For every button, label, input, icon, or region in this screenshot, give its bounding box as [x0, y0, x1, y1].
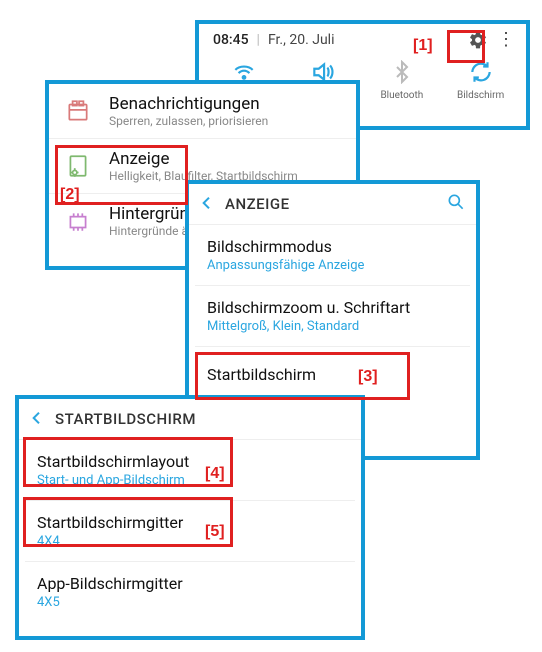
- notifications-icon: [63, 96, 93, 126]
- panel-header: ANZEIGE: [189, 184, 476, 225]
- list-item-sub: Anpassungsfähige Anzeige: [207, 258, 458, 273]
- annotation-label-1: [1]: [413, 37, 433, 55]
- homescreen-panel: STARTBILDSCHIRM Startbildschirmlayout St…: [15, 395, 365, 640]
- list-item-title: Startbildschirm: [207, 365, 458, 384]
- home-item-app-grid[interactable]: App-Bildschirmgitter 4X5: [19, 562, 361, 622]
- rotate-icon: [468, 58, 494, 86]
- separator: |: [257, 32, 260, 48]
- wallpaper-icon: [63, 206, 93, 236]
- toggle-rotate[interactable]: Bildschirm: [451, 58, 511, 101]
- back-icon[interactable]: [29, 407, 45, 431]
- panel-title: ANZEIGE: [225, 195, 446, 213]
- list-item-sub: 4X5: [37, 595, 343, 610]
- back-icon[interactable]: [199, 192, 215, 216]
- date: Fr., 20. Juli: [268, 32, 335, 48]
- status-bar: 08:45 | Fr., 20. Juli ⋮: [199, 24, 526, 52]
- display-item-zoom-font[interactable]: Bildschirmzoom u. Schriftart Mittelgroß,…: [189, 286, 476, 346]
- panel-header: STARTBILDSCHIRM: [19, 399, 361, 440]
- home-item-layout[interactable]: Startbildschirmlayout Start- und App-Bil…: [19, 440, 361, 500]
- display-icon: [63, 151, 93, 181]
- settings-item-sub: Sperren, zulassen, priorisieren: [109, 114, 268, 128]
- list-item-title: Bildschirmzoom u. Schriftart: [207, 298, 458, 317]
- list-item-title: App-Bildschirmgitter: [37, 574, 343, 593]
- display-item-mode[interactable]: Bildschirmmodus Anpassungsfähige Anzeige: [189, 225, 476, 285]
- settings-item-title: Benachrichtigungen: [109, 94, 268, 114]
- clock: 08:45: [213, 32, 249, 48]
- list-item-title: Startbildschirmlayout: [37, 452, 343, 471]
- bluetooth-icon: [390, 58, 414, 86]
- settings-item-title: Anzeige: [109, 149, 298, 169]
- list-item-sub: Start- und App-Bildschirm: [37, 473, 343, 488]
- toggle-label: Bluetooth: [380, 90, 423, 101]
- list-item-sub: Mittelgroß, Klein, Standard: [207, 319, 458, 334]
- home-item-grid[interactable]: Startbildschirmgitter 4X4: [19, 501, 361, 561]
- annotation-label-5: [5]: [205, 523, 225, 541]
- settings-item-notifications[interactable]: Benachrichtigungen Sperren, zulassen, pr…: [49, 84, 356, 139]
- search-icon[interactable]: [446, 192, 466, 216]
- display-item-homescreen[interactable]: Startbildschirm: [189, 347, 476, 402]
- toggle-label: Bildschirm: [457, 90, 504, 101]
- gear-icon[interactable]: [468, 30, 488, 50]
- annotation-label-3: [3]: [358, 368, 378, 386]
- more-icon[interactable]: ⋮: [496, 30, 516, 50]
- toggle-bluetooth[interactable]: Bluetooth: [372, 58, 432, 101]
- list-item-sub: 4X4: [37, 534, 343, 549]
- list-item-title: Bildschirmmodus: [207, 237, 458, 256]
- list-item-title: Startbildschirmgitter: [37, 513, 343, 532]
- panel-title: STARTBILDSCHIRM: [55, 410, 351, 428]
- annotation-label-2: [2]: [60, 186, 80, 204]
- annotation-label-4: [4]: [205, 465, 225, 483]
